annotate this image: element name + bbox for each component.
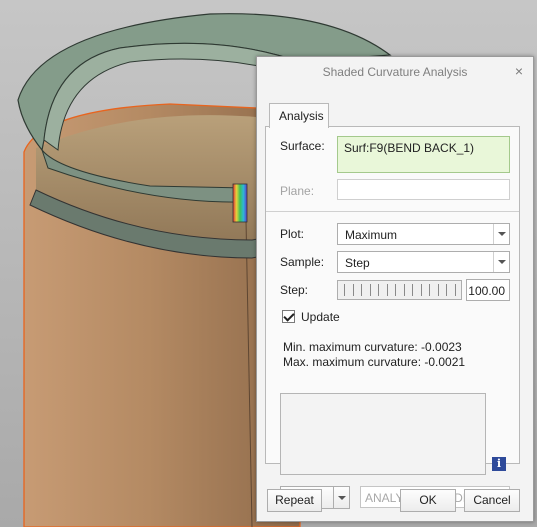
slider-tick bbox=[446, 284, 447, 296]
update-checkbox[interactable] bbox=[282, 310, 295, 323]
chevron-down-icon bbox=[493, 224, 509, 244]
dialog-titlebar[interactable]: Shaded Curvature Analysis × bbox=[257, 57, 533, 87]
result-min-curvature: Min. maximum curvature: -0.0023 bbox=[283, 340, 462, 354]
step-label: Step: bbox=[280, 283, 309, 297]
step-value-field[interactable]: 100.00 bbox=[466, 279, 510, 301]
sample-select-value: Step bbox=[345, 256, 370, 270]
sample-label: Sample: bbox=[280, 255, 325, 269]
tab-analysis[interactable]: Analysis bbox=[269, 103, 329, 128]
slider-tick bbox=[361, 284, 362, 296]
slider-tick bbox=[386, 284, 388, 296]
quick-dropdown-button[interactable] bbox=[333, 486, 350, 509]
surface-value: Surf:F9(BEND BACK_1) bbox=[344, 141, 475, 155]
surface-collector[interactable]: Surf:F9(BEND BACK_1) bbox=[337, 136, 510, 173]
slider-tick bbox=[454, 284, 456, 296]
shaded-curvature-dialog: Shaded Curvature Analysis × Analysis Sur… bbox=[256, 56, 534, 522]
chevron-down-icon bbox=[493, 252, 509, 272]
slider-tick bbox=[352, 284, 354, 296]
slider-tick bbox=[437, 284, 439, 296]
slider-tick bbox=[395, 284, 396, 296]
tab-analysis-label: Analysis bbox=[279, 109, 324, 123]
chevron-down-icon bbox=[338, 496, 346, 500]
results-box bbox=[280, 393, 486, 475]
close-icon[interactable]: × bbox=[515, 63, 523, 79]
slider-tick bbox=[369, 284, 371, 296]
cancel-button[interactable]: Cancel bbox=[464, 489, 520, 512]
slider-tick bbox=[429, 284, 430, 296]
info-icon[interactable]: i bbox=[492, 457, 506, 471]
plane-label: Plane: bbox=[280, 184, 315, 198]
ok-button[interactable]: OK bbox=[400, 489, 456, 512]
slider-tick bbox=[403, 284, 405, 296]
divider bbox=[266, 211, 519, 212]
plane-collector[interactable] bbox=[337, 179, 510, 200]
result-max-curvature: Max. maximum curvature: -0.0021 bbox=[283, 355, 466, 369]
curvature-shaded-patch[interactable] bbox=[232, 183, 248, 223]
dialog-title: Shaded Curvature Analysis bbox=[322, 65, 468, 79]
update-label: Update bbox=[301, 310, 340, 324]
plot-select-value: Maximum bbox=[345, 228, 398, 242]
step-slider[interactable] bbox=[337, 280, 462, 300]
plot-label: Plot: bbox=[280, 227, 305, 241]
surface-label: Surface: bbox=[280, 139, 325, 153]
slider-tick bbox=[412, 284, 413, 296]
slider-tick bbox=[344, 284, 345, 296]
repeat-button[interactable]: Repeat bbox=[267, 489, 322, 512]
sample-select[interactable]: Step bbox=[337, 251, 510, 273]
slider-tick bbox=[378, 284, 379, 296]
analysis-panel: Surface: Surf:F9(BEND BACK_1) Plane: Plo… bbox=[265, 126, 520, 509]
plot-select[interactable]: Maximum bbox=[337, 223, 510, 245]
slider-tick bbox=[420, 284, 422, 296]
